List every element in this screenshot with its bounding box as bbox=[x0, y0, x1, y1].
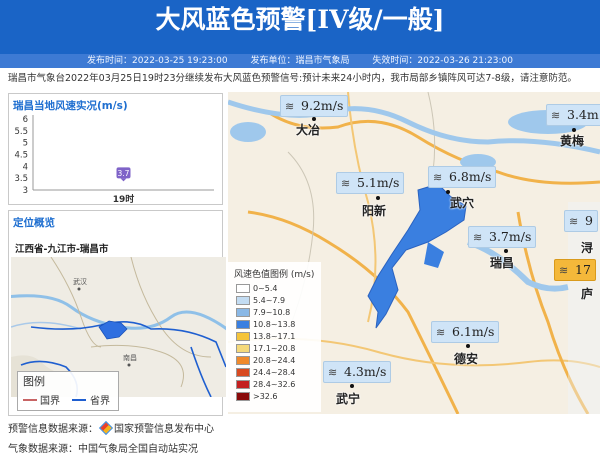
province-border-label: 省界 bbox=[90, 396, 110, 407]
warning-source-label: 预警信息数据来源： bbox=[8, 424, 98, 435]
expire-time: 失效时间：2022-03-26 21:23:00 bbox=[372, 56, 513, 66]
x-tick-label: 19时 bbox=[113, 193, 135, 204]
region-path: 江西省-九江市-瑞昌市 bbox=[15, 244, 109, 255]
scale-item: 13.8~17.1 bbox=[236, 331, 320, 342]
scale-item: 20.8~24.4 bbox=[236, 355, 320, 366]
wind-color-scale: 风速色值图例 (m/s) 0~5.4 5.4~7.9 7.9~10.8 10.8… bbox=[228, 262, 321, 412]
city-huangmei: 黄梅 bbox=[560, 134, 585, 148]
city-dot-ruichang bbox=[504, 249, 508, 253]
warning-description: 瑞昌市气象台2022年03月25日19时23分继续发布大风蓝色预警信号:预计未来… bbox=[8, 73, 577, 84]
national-border-label: 国界 bbox=[40, 396, 60, 407]
scale-swatch bbox=[236, 308, 250, 317]
location-panel-title: 定位概览 bbox=[13, 217, 55, 229]
weather-source-line: 气象数据来源：中国气象局全国自动站实况 bbox=[8, 444, 198, 455]
wind-icon: ≋ bbox=[285, 100, 295, 113]
warning-meta-bar: 发布时间：2022-03-25 19:23:00 发布单位：瑞昌市气象局 失效时… bbox=[0, 54, 600, 68]
scale-swatch bbox=[236, 320, 250, 329]
city-xun: 浔 bbox=[581, 241, 594, 255]
scale-swatch bbox=[236, 332, 250, 341]
warning-center-logo-icon bbox=[98, 420, 114, 436]
data-point-pointer bbox=[120, 178, 127, 182]
y-tick-label: 3.5 bbox=[14, 174, 28, 184]
warning-source-line: 预警信息数据来源： 国家预警信息发布中心 bbox=[8, 420, 214, 436]
province-border-swatch bbox=[72, 399, 86, 401]
wind-icon: ≋ bbox=[341, 177, 351, 190]
y-tick-label: 5.5 bbox=[14, 127, 28, 137]
scale-item: 17.1~20.8 bbox=[236, 343, 320, 354]
scale-swatch bbox=[236, 356, 250, 365]
city-dot-yangxin bbox=[376, 196, 380, 200]
issue-time: 发布时间：2022-03-25 19:23:00 bbox=[87, 56, 228, 66]
scale-item: 5.4~7.9 bbox=[236, 295, 320, 306]
scale-swatch bbox=[236, 284, 250, 293]
wind-icon: ≋ bbox=[551, 109, 561, 122]
y-tick-label: 3 bbox=[23, 186, 28, 196]
city-yangxin: 阳新 bbox=[362, 204, 387, 218]
scale-item: 0~5.4 bbox=[236, 283, 320, 294]
warning-title: 大风蓝色预警[IV级/一般] bbox=[155, 5, 445, 34]
city-lu: 庐 bbox=[581, 287, 594, 301]
wind-label-edge-orange: ≋ 17 bbox=[554, 259, 596, 281]
city-wuning: 武宁 bbox=[336, 392, 361, 406]
issuer: 发布单位：瑞昌市气象局 bbox=[250, 56, 350, 66]
y-tick-label: 4.5 bbox=[14, 151, 28, 161]
city-dean: 德安 bbox=[454, 352, 479, 366]
wind-icon: ≋ bbox=[473, 231, 483, 244]
boundary-legend: 图例 国界 省界 bbox=[17, 371, 119, 411]
data-label: 3.7 bbox=[118, 169, 130, 178]
city-dot-wuning bbox=[350, 384, 354, 388]
scale-item: 7.9~10.8 bbox=[236, 307, 320, 318]
wind-label-huangmei: ≋ 3.4m bbox=[546, 104, 600, 126]
city-ruichang: 瑞昌 bbox=[490, 256, 515, 270]
national-border-swatch bbox=[23, 399, 37, 401]
wind-speed-panel: 瑞昌当地风速实况(m/s) 6 5.5 5 4.5 4 3.5 3 19时 3.7 bbox=[8, 93, 223, 205]
city-dayeh: 大冶 bbox=[296, 123, 321, 137]
city-wuxue: 武穴 bbox=[450, 196, 475, 210]
wind-label-ruichang: ≋ 3.7m/s bbox=[468, 226, 537, 248]
wind-icon: ≋ bbox=[433, 171, 443, 184]
wind-label-dean: ≋ 6.1m/s bbox=[431, 321, 500, 343]
scale-swatch bbox=[236, 368, 250, 377]
wind-label-wuxue: ≋ 6.8m/s bbox=[428, 166, 497, 188]
warning-source: 国家预警信息发布中心 bbox=[114, 424, 214, 435]
scale-swatch bbox=[236, 296, 250, 305]
scale-item: >32.6 bbox=[236, 391, 320, 402]
wind-speed-chart: 6 5.5 5 4.54 3.5 3 19时 3.7 bbox=[14, 115, 214, 204]
wind-icon: ≋ bbox=[559, 264, 569, 277]
scale-item: 24.4~28.4 bbox=[236, 367, 320, 378]
y-tick-label: 4 bbox=[23, 162, 28, 172]
minimap-label-nanchang: 南昌 bbox=[123, 354, 137, 362]
wind-icon: ≋ bbox=[569, 215, 579, 228]
y-tick-label: 5 bbox=[23, 139, 28, 149]
y-tick-label: 6 bbox=[23, 115, 28, 125]
scale-item: 10.8~13.8 bbox=[236, 319, 320, 330]
wind-label-edge: ≋ 9 bbox=[564, 210, 598, 232]
wind-label-wuning: ≋ 4.3m/s bbox=[323, 361, 392, 383]
scale-swatch bbox=[236, 392, 250, 401]
scale-swatch bbox=[236, 344, 250, 353]
scale-item: 28.4~32.6 bbox=[236, 379, 320, 390]
city-dot-dean bbox=[466, 344, 470, 348]
warning-area-map[interactable]: ≋ 9.2m/s ≋ 5.1m/s ≋ 6.8m/s ≋ 3.7m/s ≋ 6.1m/s … bbox=[228, 92, 600, 414]
wind-icon: ≋ bbox=[436, 326, 446, 339]
wind-label-dayeh: ≋ 9.2m/s bbox=[280, 95, 349, 117]
scale-swatch bbox=[236, 380, 250, 389]
minimap-label-wuhan: 武汉 bbox=[73, 278, 87, 286]
location-overview-panel: 定位概览 江西省-九江市-瑞昌市 武汉 南昌 图例 国界 省界 bbox=[8, 210, 226, 416]
wind-label-yangxin: ≋ 5.1m/s bbox=[336, 172, 405, 194]
legend-title: 图例 bbox=[23, 375, 45, 388]
wind-icon: ≋ bbox=[328, 366, 338, 379]
scale-title: 风速色值图例 (m/s) bbox=[234, 270, 315, 280]
header-bar: 大风蓝色预警[IV级/一般] bbox=[0, 0, 600, 54]
